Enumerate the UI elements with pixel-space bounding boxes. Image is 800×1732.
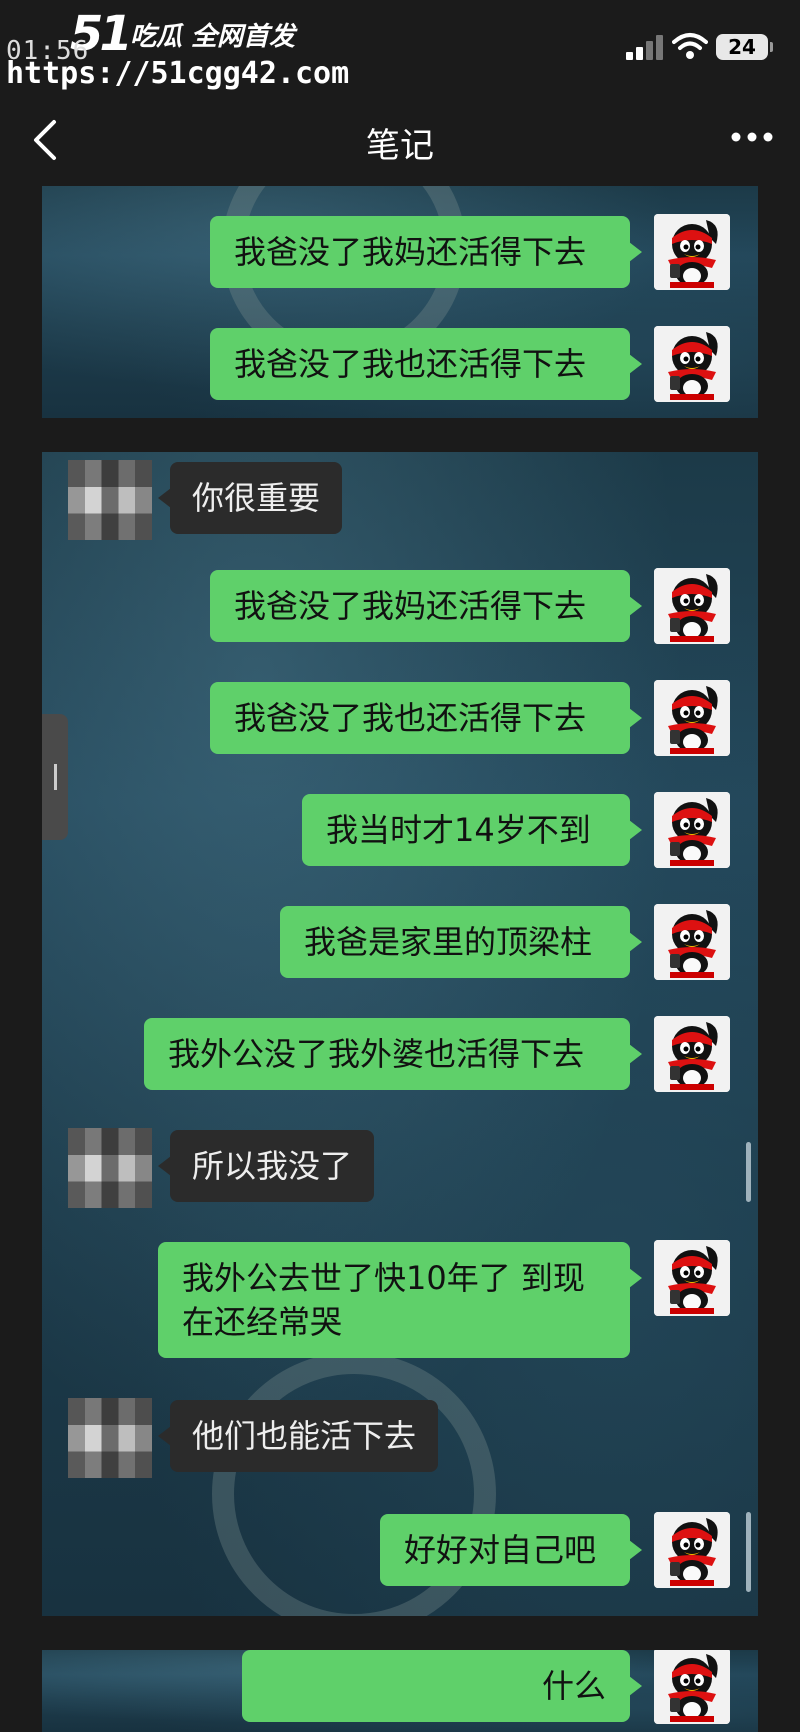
watermark-slogan: 吃瓜 全网首发 xyxy=(130,22,296,52)
message-bubble-sent: 好好对自己吧 xyxy=(380,1514,642,1586)
penguin-icon xyxy=(654,568,730,644)
chevron-left-icon xyxy=(34,120,56,160)
message-bubble-sent: 我爸没了我也还活得下去 xyxy=(210,682,642,754)
message-bubble-received: 你很重要 xyxy=(157,462,343,534)
status-bar: 51 吃瓜 全网首发 01:56 https://51cgg42.com 24 xyxy=(0,0,800,100)
more-button[interactable] xyxy=(730,120,790,160)
penguin-icon xyxy=(654,1512,730,1588)
scrollbar[interactable] xyxy=(746,1512,751,1592)
penguin-icon xyxy=(654,792,730,868)
chat-screenshot-1: 我爸没了我妈还活得下去 我爸没了我也还活得下去 xyxy=(42,186,758,418)
scrollbar[interactable] xyxy=(746,1142,751,1202)
message-bubble-received: 他们也能活下去 xyxy=(157,1400,439,1472)
message-bubble-sent: 我当时才14岁不到 xyxy=(302,794,642,866)
avatar-blurred xyxy=(68,1128,152,1208)
message-bubble-sent: 我爸没了我妈还活得下去 xyxy=(210,570,642,642)
avatar xyxy=(654,326,730,402)
penguin-icon xyxy=(654,1240,730,1316)
penguin-icon xyxy=(654,680,730,756)
message-bubble-sent: 什么 xyxy=(242,1650,642,1722)
watermark-url: https://51cgg42.com xyxy=(6,56,350,91)
penguin-icon xyxy=(654,1650,730,1724)
avatar-blurred xyxy=(68,460,152,540)
avatar xyxy=(654,792,730,868)
signal-icon xyxy=(626,34,664,60)
avatar xyxy=(654,1650,730,1724)
penguin-icon xyxy=(654,214,730,290)
avatar xyxy=(654,680,730,756)
page-title: 笔记 xyxy=(366,126,434,166)
message-bubble-sent: 我爸是家里的顶梁柱 xyxy=(280,906,642,978)
penguin-icon xyxy=(654,904,730,980)
message-bubble-sent: 我爸没了我也还活得下去 xyxy=(210,328,642,400)
chat-screenshot-2: 你很重要 我爸没了我妈还活得下去 我爸没了我也还活得下去 我当时才14岁不到 我… xyxy=(42,452,758,1616)
battery-indicator: 24 xyxy=(716,34,773,60)
message-bubble-sent: 我外公没了我外婆也活得下去 xyxy=(144,1018,642,1090)
avatar xyxy=(654,1240,730,1316)
message-bubble-received: 所以我没了 xyxy=(157,1130,375,1202)
penguin-icon xyxy=(654,1016,730,1092)
scroll-handle[interactable] xyxy=(42,714,68,840)
more-dots-icon xyxy=(731,132,773,142)
avatar xyxy=(654,214,730,290)
message-bubble-sent: 我外公去世了快10年了 到现在还经常哭 xyxy=(158,1242,642,1358)
wifi-icon xyxy=(672,32,708,60)
avatar xyxy=(654,1016,730,1092)
penguin-icon xyxy=(654,326,730,402)
message-bubble-sent: 我爸没了我妈还活得下去 xyxy=(210,216,642,288)
avatar xyxy=(654,1512,730,1588)
avatar xyxy=(654,904,730,980)
back-button[interactable] xyxy=(30,118,70,162)
avatar xyxy=(654,568,730,644)
chat-screenshot-3: 什么 xyxy=(42,1650,758,1732)
avatar-blurred xyxy=(68,1398,152,1478)
